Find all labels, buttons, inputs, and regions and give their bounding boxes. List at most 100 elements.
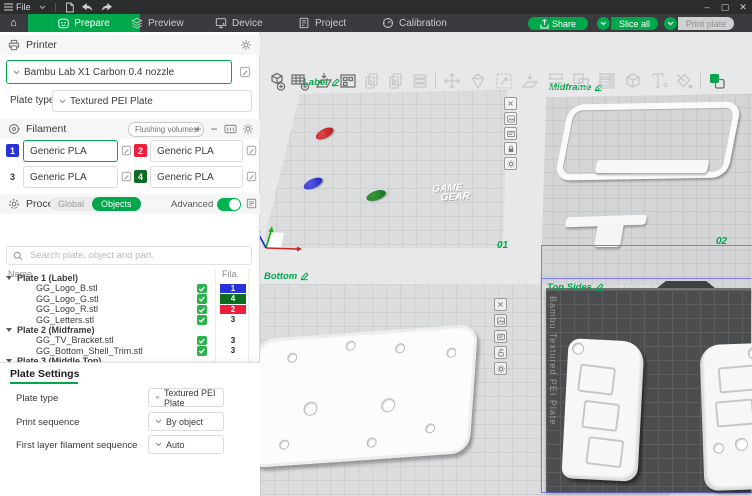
split-to-objects-icon[interactable]: [545, 70, 567, 92]
remove-filament-icon[interactable]: −: [208, 123, 220, 135]
edit-filament-4-icon[interactable]: [246, 171, 258, 183]
filament-assignment-badge[interactable]: 4: [220, 294, 246, 303]
lay-on-face-icon[interactable]: [519, 70, 541, 92]
variable-layer-height-icon[interactable]: [596, 70, 618, 92]
delete-plate-icon[interactable]: [504, 97, 517, 110]
plate-gear-icon[interactable]: [494, 362, 507, 375]
paint-icon[interactable]: [673, 70, 695, 92]
move-icon[interactable]: [441, 70, 463, 92]
tree-row-gg-tv-bracket[interactable]: GG_TV_Bracket.stl 3: [0, 335, 260, 345]
viewport-3d[interactable]: GAME GEAR Label 01 Midframe 02: [260, 32, 752, 496]
copy-icon[interactable]: [361, 70, 383, 92]
plate-bottom-name[interactable]: Bottom: [264, 271, 309, 282]
ps-first-layer-sequence-select[interactable]: Auto: [148, 435, 224, 454]
share-button[interactable]: Share: [528, 17, 588, 30]
plate-gear-icon[interactable]: [504, 157, 517, 170]
split-to-parts-icon[interactable]: [570, 70, 592, 92]
plate-type-select[interactable]: Textured PEI Plate: [52, 90, 252, 112]
print-plate-button[interactable]: Print plate: [678, 17, 734, 30]
add-plate-icon[interactable]: [289, 70, 311, 92]
assembly-list-icon[interactable]: [409, 70, 431, 92]
tab-preview[interactable]: Preview: [131, 14, 184, 32]
delete-plate-icon[interactable]: [494, 298, 507, 311]
filament-assignment-badge[interactable]: 2: [220, 305, 246, 314]
filament-settings-gear-icon[interactable]: [242, 123, 254, 135]
tree-row-gg-logo-g[interactable]: GG_Logo_G.stl 4: [0, 294, 260, 304]
tree-row-gg-logo-r[interactable]: GG_Logo_R.stl 2: [0, 304, 260, 314]
tab-project[interactable]: Project: [298, 14, 346, 32]
maximize-button[interactable]: ▢: [716, 0, 734, 14]
export-plate-icon[interactable]: [494, 314, 507, 327]
model-gg-letters[interactable]: GAME GEAR: [432, 183, 471, 203]
print-checkbox[interactable]: [197, 346, 207, 356]
scale-icon[interactable]: [493, 70, 515, 92]
tree-row-plate-1[interactable]: Plate 1 (Label): [0, 273, 260, 283]
add-model-icon[interactable]: [265, 70, 287, 92]
model-tv-bracket-stem[interactable]: [594, 223, 624, 247]
search-input[interactable]: [28, 249, 245, 262]
minimize-button[interactable]: –: [698, 0, 716, 14]
slice-options-button[interactable]: [597, 17, 610, 30]
filament-assignment-badge[interactable]: 3: [220, 336, 246, 345]
filament-assignment-badge[interactable]: 3: [220, 346, 246, 355]
filament-assignment-badge[interactable]: 3: [220, 315, 246, 324]
print-options-button[interactable]: [664, 17, 677, 30]
edit-printer-icon[interactable]: [239, 66, 251, 78]
tab-calibration[interactable]: Calibration: [382, 14, 447, 32]
collapse-caret-icon[interactable]: [6, 276, 12, 280]
file-menu-dropdown[interactable]: [35, 0, 50, 14]
edit-filament-3-icon[interactable]: [121, 171, 133, 183]
add-filament-icon[interactable]: +: [192, 123, 204, 135]
export-plate-icon[interactable]: [504, 112, 517, 125]
tree-row-gg-bottom-shell-trim[interactable]: GG_Bottom_Shell_Trim.stl 3: [0, 346, 260, 356]
auto-orient-icon[interactable]: [313, 70, 335, 92]
filament-3-select[interactable]: Generic PLA: [23, 166, 118, 188]
unlock-plate-icon[interactable]: [494, 346, 507, 359]
paste-icon[interactable]: [385, 70, 407, 92]
undo-button[interactable]: [78, 0, 97, 14]
print-checkbox[interactable]: [197, 336, 207, 346]
printer-settings-gear-icon[interactable]: [240, 39, 252, 51]
assembly-view-icon[interactable]: [706, 70, 728, 92]
new-project-button[interactable]: [61, 0, 78, 14]
tab-prepare[interactable]: Prepare: [28, 14, 140, 32]
arrange-icon[interactable]: [337, 70, 359, 92]
rotate-icon[interactable]: [467, 70, 489, 92]
filament-assignment-badge[interactable]: 1: [220, 284, 246, 293]
scope-global-button[interactable]: Global: [50, 199, 92, 209]
slice-all-button[interactable]: Slice all: [611, 17, 658, 30]
filament-2-color-badge[interactable]: 2: [134, 144, 147, 157]
model-top-side-right[interactable]: [699, 343, 752, 491]
home-button[interactable]: ⌂: [0, 14, 27, 32]
lock-plate-icon[interactable]: [504, 142, 517, 155]
redo-button[interactable]: [97, 0, 116, 14]
filament-4-select[interactable]: Generic PLA: [150, 166, 243, 188]
scope-objects-button[interactable]: Objects: [92, 197, 141, 211]
model-top-side-left[interactable]: [561, 338, 644, 482]
ps-plate-type-select[interactable]: Textured PEI Plate: [148, 388, 224, 407]
add-text-icon[interactable]: [648, 70, 670, 92]
filament-4-color-badge[interactable]: 4: [134, 170, 147, 183]
filament-2-select[interactable]: Generic PLA: [150, 140, 243, 162]
advanced-toggle[interactable]: [217, 198, 241, 211]
plate-settings-icon[interactable]: [504, 127, 517, 140]
tree-row-plate-2[interactable]: Plate 2 (Midframe): [0, 325, 260, 335]
tree-row-gg-logo-b[interactable]: GG_Logo_B.stl 1: [0, 283, 260, 293]
print-checkbox[interactable]: [197, 315, 207, 325]
print-checkbox[interactable]: [197, 305, 207, 315]
print-checkbox[interactable]: [197, 294, 207, 304]
model-bottom-shell[interactable]: [260, 324, 478, 468]
file-menu[interactable]: File: [0, 0, 35, 14]
ps-print-sequence-select[interactable]: By object: [148, 412, 224, 431]
close-button[interactable]: ✕: [734, 0, 752, 14]
filament-1-select[interactable]: Generic PLA: [23, 140, 118, 162]
plate-top-sides-name[interactable]: Top Sides: [547, 282, 604, 293]
filament-1-color-badge[interactable]: 1: [6, 144, 19, 157]
edit-filament-2-icon[interactable]: [246, 145, 258, 157]
collapse-caret-icon[interactable]: [6, 328, 12, 332]
print-checkbox[interactable]: [197, 284, 207, 294]
tree-row-gg-letters[interactable]: GG_Letters.stl 3: [0, 315, 260, 325]
model-midframe-crossbar[interactable]: [595, 160, 710, 173]
edit-filament-1-icon[interactable]: [121, 145, 133, 157]
printer-preset-select[interactable]: Bambu Lab X1 Carbon 0.4 nozzle: [6, 60, 232, 84]
